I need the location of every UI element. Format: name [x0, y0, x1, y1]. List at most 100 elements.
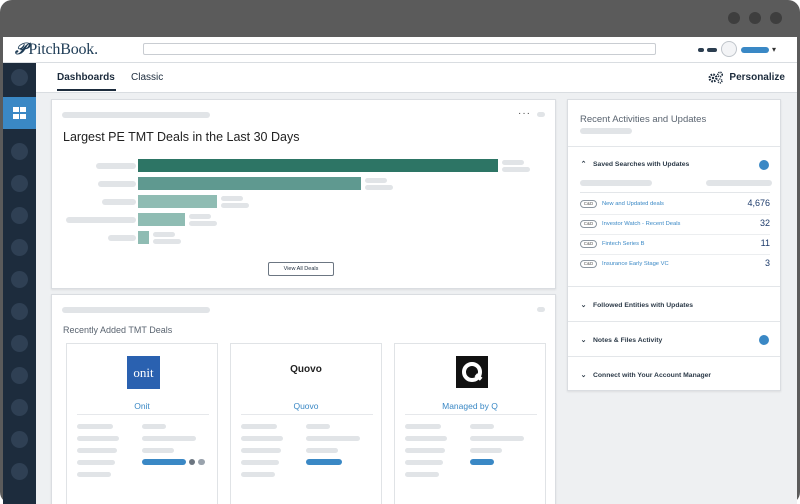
avatar[interactable] [721, 41, 737, 57]
placeholder-text [405, 460, 443, 465]
bar-category-label [98, 181, 136, 187]
saved-search-link[interactable]: New and Updated deals [602, 201, 664, 207]
section-label: Followed Entities with Updates [593, 301, 694, 309]
card-title: Largest PE TMT Deals in the Last 30 Days [63, 130, 300, 144]
saved-search-row[interactable]: C&D Fintech Series B 11 [580, 235, 770, 255]
company-link[interactable] [306, 459, 342, 465]
saved-search-row[interactable]: C&D Investor Watch - Recent Deals 32 [580, 215, 770, 235]
saved-search-link[interactable]: Fintech Series B [602, 241, 645, 247]
card-icon[interactable] [198, 459, 205, 465]
placeholder-text [405, 448, 445, 453]
saved-search-link[interactable]: Investor Watch - Recent Deals [602, 221, 680, 227]
sidebar-item-dashboards[interactable] [3, 97, 36, 129]
placeholder-text [241, 424, 277, 429]
sidebar-item-icon[interactable] [11, 335, 28, 352]
sidebar-item-icon[interactable] [11, 399, 28, 416]
view-all-deals-button[interactable]: View All Deals [268, 262, 334, 276]
sidebar-item-icon[interactable] [11, 271, 28, 288]
user-menu[interactable] [741, 47, 769, 53]
divider [568, 286, 780, 287]
personalize-button[interactable]: Personalize [708, 71, 785, 84]
bar[interactable] [138, 159, 498, 172]
bar-value-label [502, 160, 524, 165]
placeholder-text [537, 307, 545, 312]
chevron-down-icon: ⌄ [580, 337, 587, 344]
section-label: Connect with Your Account Manager [593, 371, 712, 379]
tab-dashboards[interactable]: Dashboards [57, 72, 115, 83]
divider [405, 414, 537, 415]
divider [241, 414, 373, 415]
saved-search-row[interactable]: C&D New and Updated deals 4,676 [580, 195, 770, 215]
sidebar-item-icon[interactable] [11, 463, 28, 480]
placeholder-text [706, 180, 772, 186]
section-label: Notes & Files Activity [593, 336, 663, 344]
chevron-down-icon[interactable]: ▾ [772, 45, 776, 54]
bar-category-label [108, 235, 136, 241]
company-name[interactable]: Quovo [231, 401, 381, 411]
placeholder-text [405, 436, 447, 441]
sidebar-item-icon[interactable] [11, 69, 28, 86]
placeholder-text [77, 472, 111, 477]
placeholder-text [241, 436, 283, 441]
divider [568, 321, 780, 322]
bar-value-label [221, 203, 249, 208]
bar-value-label [365, 185, 393, 190]
placeholder-text [62, 307, 210, 313]
company-card[interactable]: Managed by Q [394, 343, 546, 504]
pitchbook-logo[interactable]: 𝒫 PitchBook. [15, 41, 98, 59]
saved-searches-toggle[interactable]: ⌃ Saved Searches with Updates [580, 160, 690, 169]
company-name[interactable]: Managed by Q [395, 401, 545, 411]
saved-search-count: 3 [764, 258, 770, 268]
window-dot-icon[interactable] [770, 12, 782, 24]
bar[interactable] [138, 177, 361, 190]
cd-badge: C&D [580, 260, 597, 268]
account-manager-toggle[interactable]: ⌄ Connect with Your Account Manager [580, 371, 712, 380]
bar[interactable] [138, 195, 217, 208]
cd-badge: C&D [580, 220, 597, 228]
saved-search-row[interactable]: C&D Insurance Early Stage VC 3 [580, 255, 770, 275]
placeholder-text [405, 472, 439, 477]
window-dot-icon[interactable] [728, 12, 740, 24]
company-link[interactable] [142, 459, 186, 465]
sidebar-item-icon[interactable] [11, 367, 28, 384]
search-input[interactable] [143, 43, 656, 55]
company-card[interactable]: Quovo Quovo [230, 343, 382, 504]
chevron-up-icon: ⌃ [580, 161, 587, 168]
placeholder-text [405, 424, 441, 429]
company-card[interactable]: onit Onit [66, 343, 218, 504]
copy-icon[interactable] [189, 459, 195, 465]
divider [77, 414, 209, 415]
sidebar-item-icon[interactable] [11, 431, 28, 448]
saved-search-link[interactable]: Insurance Early Stage VC [602, 261, 669, 267]
sidebar-item-icon[interactable] [11, 175, 28, 192]
sidebar-item-icon[interactable] [11, 303, 28, 320]
saved-search-count: 4,676 [747, 198, 770, 208]
notification-indicator[interactable] [698, 48, 704, 52]
notification-indicator[interactable] [707, 48, 717, 52]
bar[interactable] [138, 213, 185, 226]
managed-by-q-logo [456, 356, 488, 388]
divider [568, 146, 780, 147]
tab-classic[interactable]: Classic [131, 72, 163, 83]
status-badge [759, 335, 769, 345]
section-label: Saved Searches with Updates [593, 160, 690, 168]
window-dot-icon[interactable] [749, 12, 761, 24]
sidebar-item-icon[interactable] [11, 143, 28, 160]
bar-value-label [221, 196, 243, 201]
notes-files-toggle[interactable]: ⌄ Notes & Files Activity [580, 336, 663, 345]
placeholder-text [470, 436, 524, 441]
more-options-icon[interactable]: ··· [518, 108, 531, 119]
company-link[interactable] [470, 459, 494, 465]
placeholder-text [142, 424, 166, 429]
bar-category-label [66, 217, 136, 223]
placeholder-text [241, 460, 279, 465]
sidebar-item-icon[interactable] [11, 207, 28, 224]
followed-entities-toggle[interactable]: ⌄ Followed Entities with Updates [580, 301, 694, 310]
placeholder-text [77, 448, 117, 453]
bar[interactable] [138, 231, 149, 244]
sidebar-item-icon[interactable] [11, 239, 28, 256]
placeholder-text [241, 472, 275, 477]
top-header: 𝒫 PitchBook. ▾ [3, 37, 797, 63]
cd-badge: C&D [580, 200, 597, 208]
company-name[interactable]: Onit [67, 401, 217, 411]
